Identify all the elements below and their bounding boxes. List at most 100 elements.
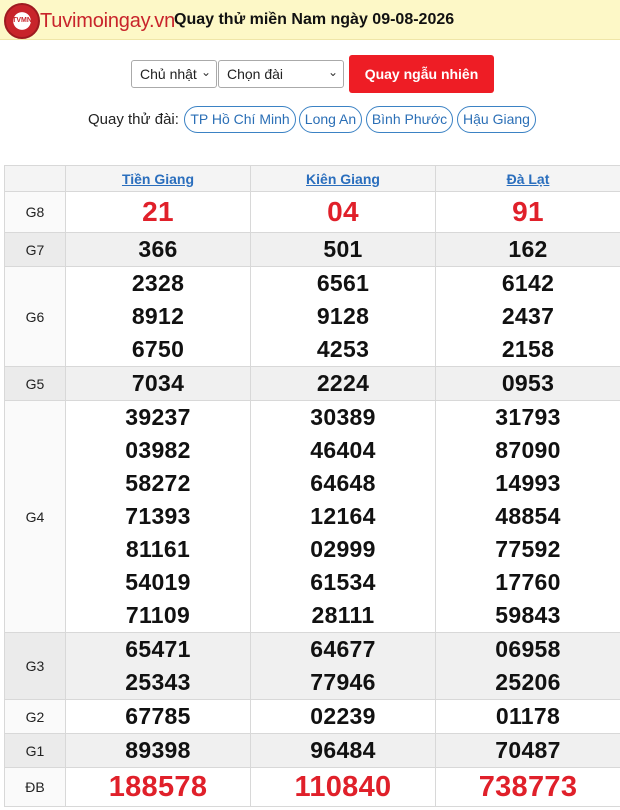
result-number: 04 [327,196,359,227]
result-cell: 2224 [250,366,436,401]
day-select[interactable]: Chủ nhật ⌄ [131,60,217,88]
result-cell: 21 [65,191,251,233]
prize-label: G5 [4,366,66,401]
province-link[interactable]: Đà Lạt [507,171,550,187]
result-number: 12164 [310,503,376,529]
result-number: 6561 [316,270,370,296]
station-link-tp-ho-chi-minh[interactable]: TP Hồ Chí Minh [184,106,296,133]
station-links: Quay thử đài: TP Hồ Chí Minh Long An Bìn… [0,106,620,134]
result-number: 65471 [125,636,191,662]
prize-label: G6 [4,266,66,367]
result-number: 366 [138,236,178,262]
result-number: 17760 [495,569,561,595]
result-number: 2328 [131,270,185,296]
result-number: 2437 [501,303,555,329]
result-cell: 02239 [250,699,436,734]
result-number: 06958 [495,636,561,662]
site-logo-text[interactable]: Tuvimoingay.vn [40,10,175,33]
result-cell: 89398 [65,733,251,768]
table-row: G3 65471 25343 64677 77946 06958 25206 [4,632,620,700]
prize-label: G3 [4,632,66,700]
station-select-value: Chọn đài [227,66,284,82]
result-cell: 738773 [435,767,620,807]
prize-label: ĐB [4,767,66,807]
result-cell: 2328 8912 6750 [65,266,251,367]
result-number: 4253 [316,336,370,362]
province-link[interactable]: Kiên Giang [306,171,380,187]
result-number: 70487 [495,737,561,763]
result-cell: 39237 03982 58272 71393 81161 54019 71109 [65,400,251,633]
result-number: 61534 [310,569,376,595]
result-cell: 30389 46404 64648 12164 02999 61534 28111 [250,400,436,633]
result-cell: 6142 2437 2158 [435,266,620,367]
result-number: 67785 [125,703,191,729]
prize-label: G2 [4,699,66,734]
station-link-binh-phuoc[interactable]: Bình Phước [366,106,453,133]
table-header-row: Tiền Giang Kiên Giang Đà Lạt [4,165,620,192]
table-row: ĐB 188578 110840 738773 [4,767,620,807]
station-link-long-an[interactable]: Long An [299,106,362,133]
result-number: 03982 [125,437,191,463]
result-number: 02239 [310,703,376,729]
result-cell: 0953 [435,366,620,401]
result-cell: 31793 87090 14993 48854 77592 17760 59843 [435,400,620,633]
result-number: 58272 [125,470,191,496]
result-number: 48854 [495,503,561,529]
prize-header [4,165,66,192]
prize-label: G4 [4,400,66,633]
site-header: TVMN Tuvimoingay.vn Quay thử miền Nam ng… [0,0,620,40]
result-cell: 04 [250,191,436,233]
result-number: 31793 [495,404,561,430]
result-number: 46404 [310,437,376,463]
result-number: 30389 [310,404,376,430]
table-row: G7 366 501 162 [4,232,620,267]
result-number: 6750 [131,336,185,362]
result-number: 25343 [125,669,191,695]
result-number: 110840 [294,771,392,803]
result-number: 7034 [131,370,185,396]
station-link-hau-giang[interactable]: Hậu Giang [457,106,536,133]
result-cell: 06958 25206 [435,632,620,700]
station-select[interactable]: Chọn đài ⌄ [218,60,344,88]
result-number: 188578 [108,771,208,803]
result-number: 39237 [125,404,191,430]
result-cell: 65471 25343 [65,632,251,700]
result-number: 81161 [125,536,191,562]
result-cell: 7034 [65,366,251,401]
result-cell: 01178 [435,699,620,734]
random-spin-button[interactable]: Quay ngẫu nhiên [349,55,494,93]
day-select-value: Chủ nhật [140,66,197,82]
prize-label: G7 [4,232,66,267]
prize-label: G1 [4,733,66,768]
table-row: G8 21 04 91 [4,191,620,233]
table-row: G5 7034 2224 0953 [4,366,620,401]
controls-bar: Chủ nhật ⌄ Chọn đài ⌄ Quay ngẫu nhiên [0,55,620,93]
prize-label: G8 [4,191,66,233]
result-number: 25206 [495,669,561,695]
result-cell: 110840 [250,767,436,807]
result-number: 8912 [131,303,185,329]
result-cell: 188578 [65,767,251,807]
result-cell: 67785 [65,699,251,734]
result-number: 14993 [495,470,561,496]
result-number: 87090 [495,437,561,463]
result-cell: 70487 [435,733,620,768]
result-cell: 501 [250,232,436,267]
result-number: 02999 [310,536,376,562]
result-number: 54019 [125,569,191,595]
logo-icon[interactable]: TVMN [4,3,40,39]
province-header: Tiền Giang [65,165,251,192]
result-number: 77592 [495,536,561,562]
province-link[interactable]: Tiền Giang [122,171,194,187]
result-number: 162 [508,236,548,262]
chevron-down-icon: ⌄ [327,65,338,79]
result-cell: 366 [65,232,251,267]
result-number: 9128 [316,303,370,329]
result-cell: 6561 9128 4253 [250,266,436,367]
result-cell: 91 [435,191,620,233]
result-cell: 162 [435,232,620,267]
result-number: 64648 [310,470,376,496]
result-number: 2158 [501,336,555,362]
chevron-down-icon: ⌄ [200,65,211,79]
result-number: 64677 [310,636,376,662]
